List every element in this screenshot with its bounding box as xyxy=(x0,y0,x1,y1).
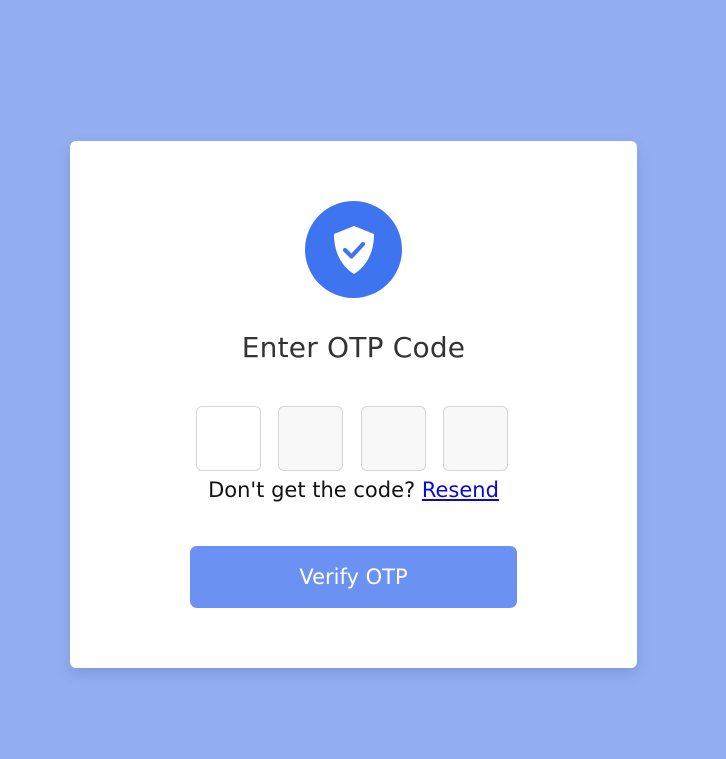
shield-check-icon xyxy=(333,225,374,274)
otp-card: Enter OTP Code Don't get the code? Resen… xyxy=(70,141,637,668)
resend-prompt: Don't get the code? xyxy=(208,478,416,502)
otp-digit-4[interactable] xyxy=(443,406,508,471)
otp-digit-3[interactable] xyxy=(361,406,426,471)
page-title: Enter OTP Code xyxy=(241,331,466,364)
otp-digit-2[interactable] xyxy=(278,406,343,471)
shield-badge xyxy=(305,201,402,298)
verify-otp-button[interactable]: Verify OTP xyxy=(190,546,517,608)
resend-link[interactable]: Resend xyxy=(422,478,499,502)
otp-input-group xyxy=(196,406,511,474)
otp-digit-1[interactable] xyxy=(196,406,261,471)
resend-line: Don't get the code? Resend xyxy=(70,478,637,502)
